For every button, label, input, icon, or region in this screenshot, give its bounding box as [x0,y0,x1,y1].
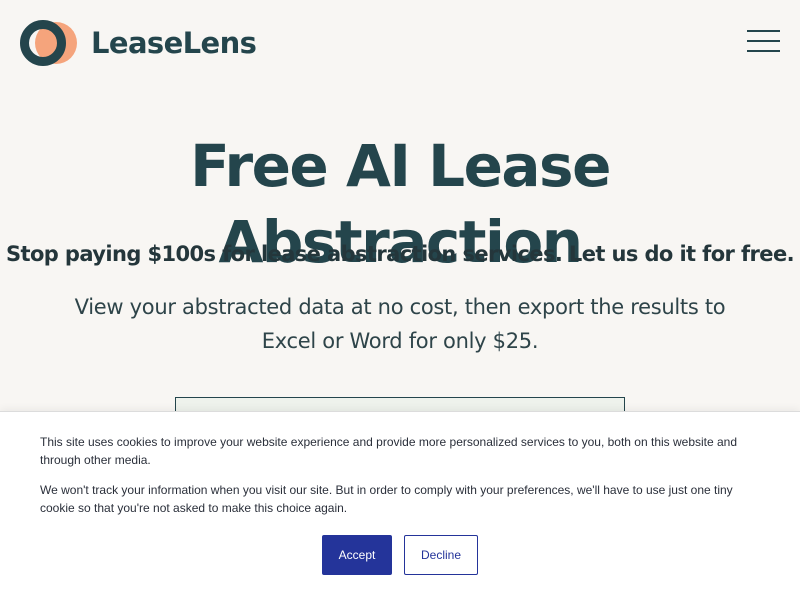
hero-description: View your abstracted data at no cost, th… [74,295,726,353]
cookie-consent-banner: This site uses cookies to improve your w… [0,411,800,600]
site-header: LeaseLens [0,0,800,88]
cookie-notice-text: This site uses cookies to improve your w… [40,435,738,467]
logo[interactable]: LeaseLens [20,20,257,66]
hamburger-menu-icon [747,30,780,32]
overlapping-rings-icon [20,20,77,66]
accept-button[interactable]: Accept [322,535,392,575]
brand-name: LeaseLens [91,26,257,60]
hero-subtitle: Stop paying $100s for lease abstraction … [6,242,795,266]
decline-button[interactable]: Decline [404,535,478,575]
cookie-tracking-text: We won't track your information when you… [40,483,733,515]
menu-button[interactable] [747,30,781,54]
